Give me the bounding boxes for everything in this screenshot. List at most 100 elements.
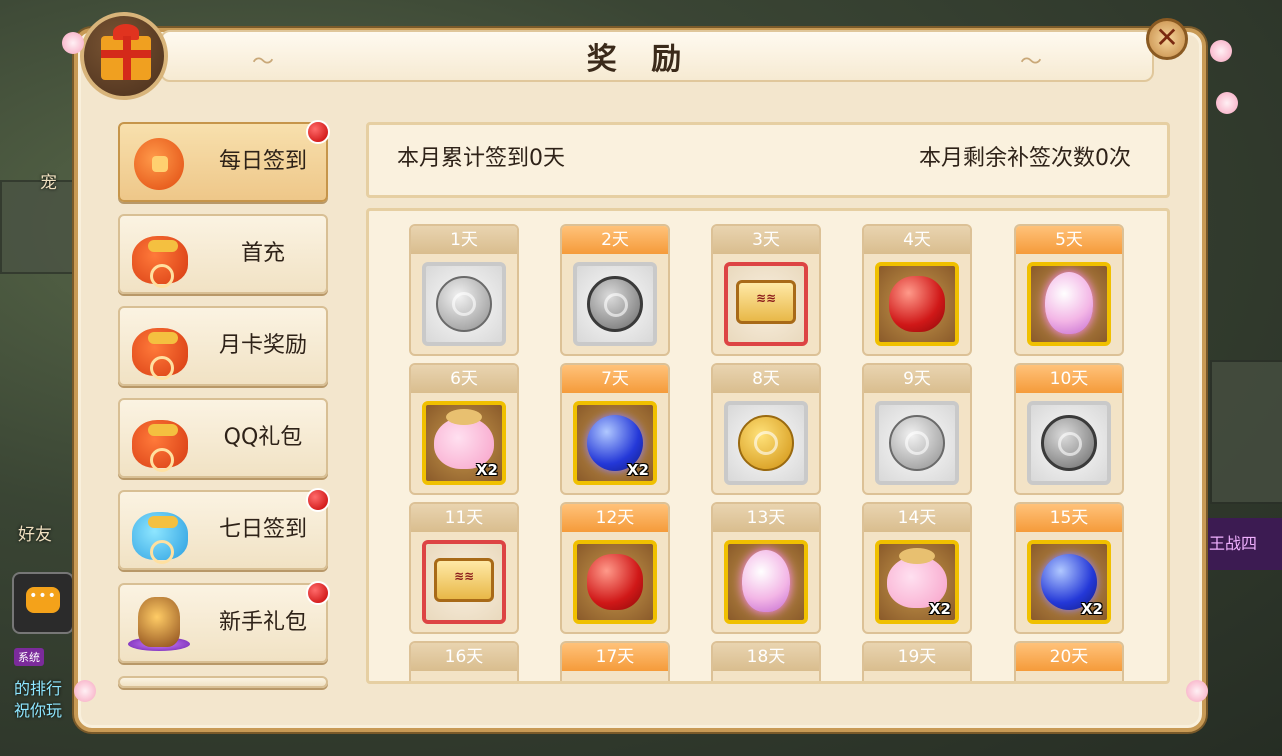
signin-summary: 本月累计签到0天 本月剩余补签次数0次 [366, 122, 1170, 198]
menu-item-label: QQ礼包 [223, 425, 303, 450]
notification-dot [306, 120, 330, 144]
day-card[interactable]: 13天 [711, 502, 821, 634]
day-label: 20天 [1016, 643, 1122, 671]
dark-coin-icon [1041, 415, 1097, 471]
day-card[interactable]: 4天 [862, 224, 972, 356]
reward-slot[interactable] [1027, 262, 1111, 346]
day-label: 2天 [562, 226, 668, 254]
day-label: 14天 [864, 504, 970, 532]
system-badge: 系统 [14, 648, 44, 666]
reward-slot[interactable] [724, 401, 808, 485]
close-button[interactable]: ✕ [1146, 18, 1188, 60]
day-card[interactable]: 11天 ≋≋ [409, 502, 519, 634]
day-label: 12天 [562, 504, 668, 532]
menu-item-2[interactable]: 首充 [118, 214, 328, 294]
day-label: 7天 [562, 365, 668, 393]
menu-item-6[interactable]: 新手礼包 [118, 581, 330, 663]
reward-slot[interactable] [422, 262, 506, 346]
pet-egg-icon [742, 550, 790, 612]
day-label: 15天 [1016, 504, 1122, 532]
menu-item-5[interactable]: 七日签到 [118, 488, 330, 570]
gold-coin-icon [738, 415, 794, 471]
item-quantity: X2 [1080, 600, 1103, 618]
day-label: 19天 [864, 643, 970, 671]
reward-slot[interactable] [573, 262, 657, 346]
reward-slot[interactable]: X2 [875, 540, 959, 624]
reward-slot[interactable]: X2 [422, 401, 506, 485]
menu-item-1[interactable]: 每日签到 [118, 120, 330, 202]
day-card[interactable]: 9天 [862, 363, 972, 495]
reward-slot[interactable]: X2 [1027, 540, 1111, 624]
dialog-title: 奖 励 [586, 42, 694, 77]
day-card[interactable]: 5天 [1014, 224, 1124, 356]
menu-item-label: 月卡奖励 [218, 333, 307, 358]
flower-icon [1210, 40, 1232, 62]
reward-slot[interactable] [875, 401, 959, 485]
red-bag-icon [128, 224, 190, 288]
day-label: 6天 [411, 365, 517, 393]
system-message: 的排行 [14, 679, 63, 698]
reward-slot[interactable] [875, 262, 959, 346]
flower-icon [62, 32, 84, 54]
day-label: 9天 [864, 365, 970, 393]
day-card[interactable]: 1天 [409, 224, 519, 356]
monthly-signin-count: 本月累计签到0天 [397, 146, 565, 171]
daily-reward-grid: 1天 2天 3天 ≋≋ 4天 5天 6天 X2 7天 X2 8天 9天 10天 11天 ≋≋ 12天 13天 14… [366, 208, 1170, 684]
gift-box-icon [101, 24, 151, 80]
menu-item-partial[interactable] [118, 676, 328, 688]
day-card[interactable]: 2天 [560, 224, 670, 356]
reward-slot[interactable] [724, 540, 808, 624]
silver-coin-icon [889, 415, 945, 471]
red-gem-icon [889, 276, 945, 332]
flower-icon [74, 680, 96, 702]
reward-slot[interactable] [1027, 401, 1111, 485]
reward-slot[interactable]: ≋≋ [422, 540, 506, 624]
lantern-icon [128, 132, 190, 194]
day-card[interactable]: 12天 [560, 502, 670, 634]
crystal-icon [128, 593, 190, 655]
day-label: 8天 [713, 365, 819, 393]
day-label: 3天 [713, 226, 819, 254]
day-label: 11天 [411, 504, 517, 532]
event-banner[interactable]: 王战四 [1205, 518, 1282, 570]
day-card[interactable]: 18天 [711, 641, 821, 681]
reward-slot[interactable]: ≋≋ [724, 262, 808, 346]
day-card[interactable]: 17天 [560, 641, 670, 681]
red-gem-icon [587, 554, 643, 610]
red-bag-icon [128, 316, 190, 380]
item-quantity: X2 [626, 461, 649, 479]
scroll-icon: ≋≋ [434, 558, 494, 602]
day-card[interactable]: 6天 X2 [409, 363, 519, 495]
menu-item-3[interactable]: 月卡奖励 [118, 306, 328, 386]
bg-label: 宠 [40, 173, 57, 193]
chat-button[interactable]: ••• [12, 572, 74, 634]
day-card[interactable]: 19天 [862, 641, 972, 681]
close-icon: ✕ [1155, 21, 1179, 54]
day-card[interactable]: 8天 [711, 363, 821, 495]
day-card[interactable]: 20天 [1014, 641, 1124, 681]
cloud-ornament-icon: 〜 [252, 50, 275, 75]
flower-icon [1186, 680, 1208, 702]
menu-item-4[interactable]: QQ礼包 [118, 398, 328, 478]
bg-wall [0, 180, 74, 274]
day-card[interactable]: 15天 X2 [1014, 502, 1124, 634]
reward-slot[interactable]: X2 [573, 401, 657, 485]
silver-coin-icon [436, 276, 492, 332]
reward-slot[interactable] [573, 540, 657, 624]
bg-wall [1210, 360, 1282, 504]
dark-coin-icon [587, 276, 643, 332]
remaining-resign-count: 本月剩余补签次数0次 [919, 146, 1131, 171]
gift-emblem [80, 12, 168, 100]
bg-label: 好友 [18, 525, 52, 545]
day-label: 5天 [1016, 226, 1122, 254]
day-card[interactable]: 3天 ≋≋ [711, 224, 821, 356]
day-card[interactable]: 10天 [1014, 363, 1124, 495]
day-card[interactable]: 14天 X2 [862, 502, 972, 634]
day-label: 10天 [1016, 365, 1122, 393]
day-card[interactable]: 7天 X2 [560, 363, 670, 495]
day-card[interactable]: 16天 [409, 641, 519, 681]
day-label: 13天 [713, 504, 819, 532]
item-quantity: X2 [928, 600, 951, 618]
blue-bag-icon [128, 500, 190, 564]
day-label: 17天 [562, 643, 668, 671]
